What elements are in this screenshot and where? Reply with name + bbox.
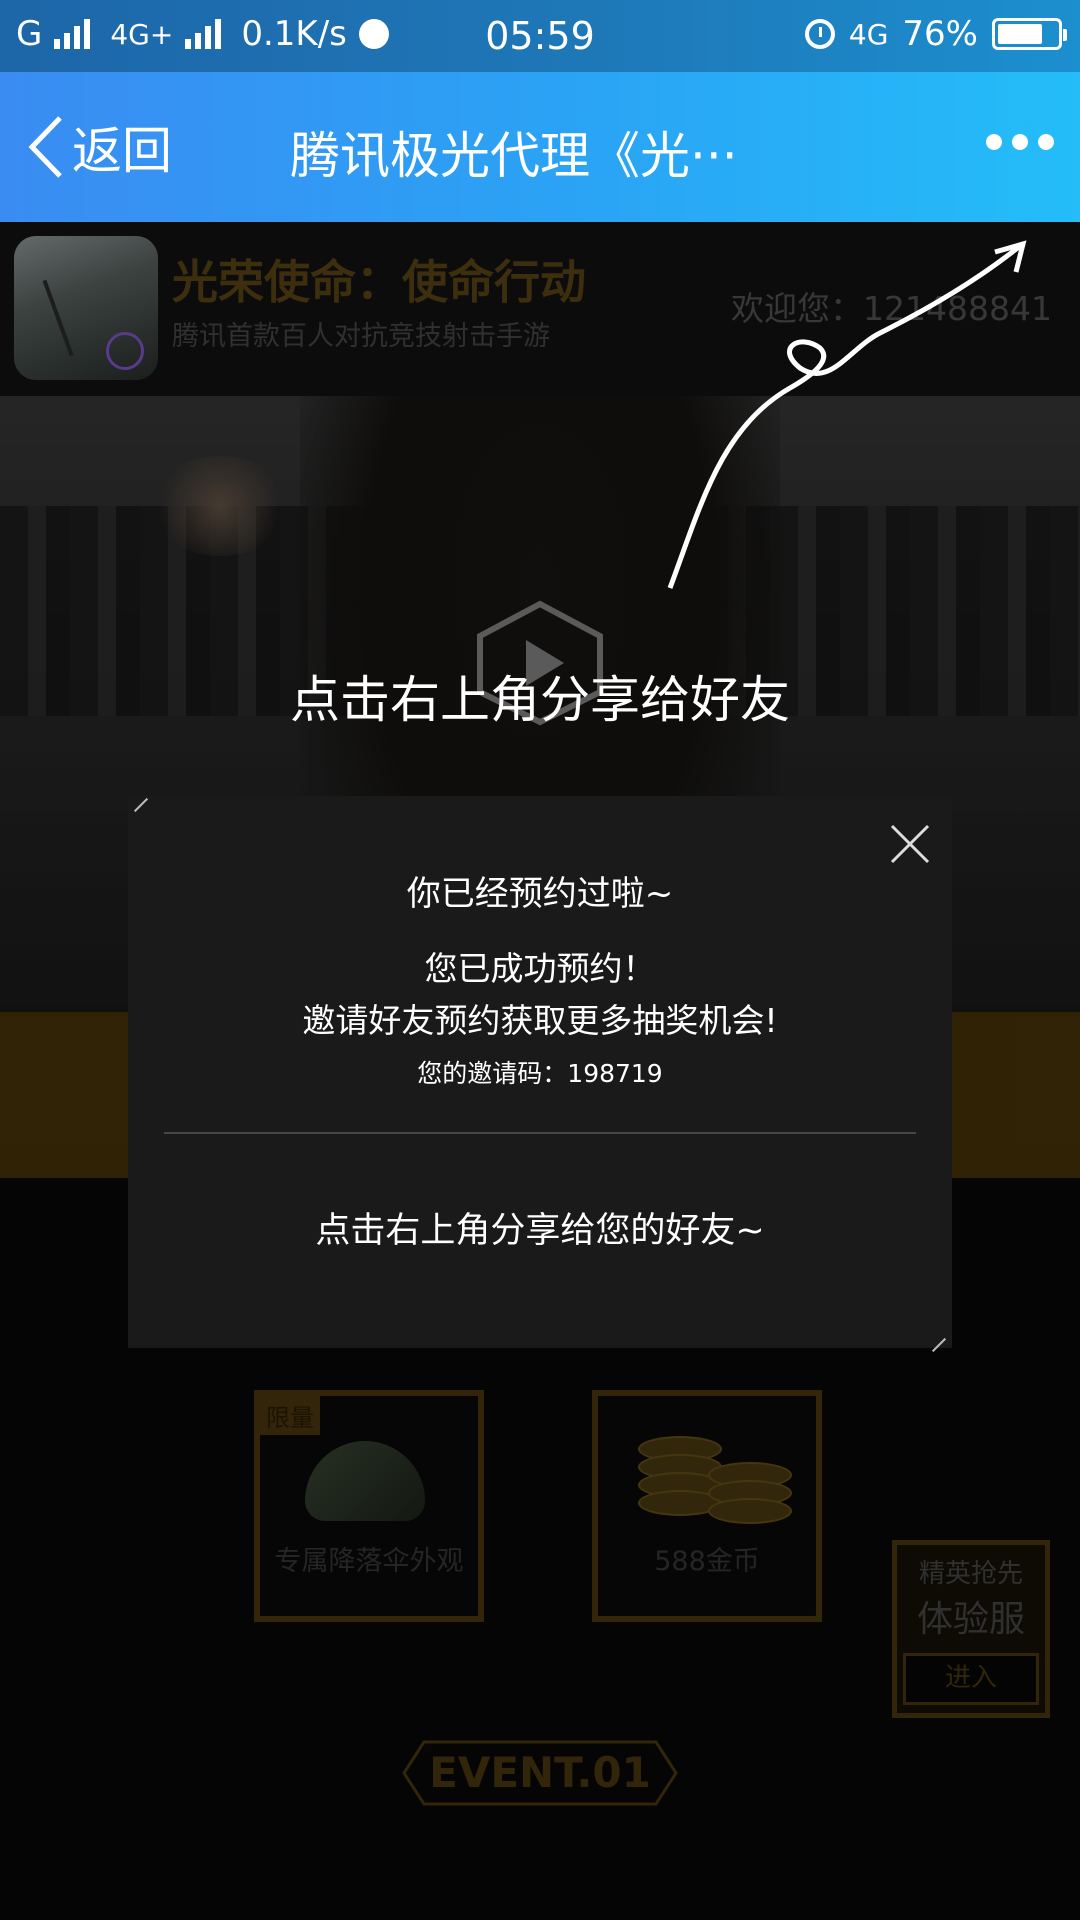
dialog-divider [164,1132,916,1134]
network-type: 4G [848,17,889,51]
status-right: 4G 76% [804,14,1067,54]
dialog-share-text: 点击右上角分享给您的好友~ [315,1211,765,1251]
status-bar: G 4G+ 0.1K/s 05:59 4G 76% [0,0,1080,72]
share-hint-text: 点击右上角分享给好友 [290,671,790,729]
battery-percent: 76% [902,14,978,54]
back-label: 返回 [72,122,172,180]
page-title: 腾讯极光代理《光··· [290,127,738,185]
reservation-dialog: 你已经预约过啦~ 您已成功预约！ 邀请好友预约获取更多抽奖机会! 您的邀请码：1… [128,796,952,1353]
dialog-title: 你已经预约过啦~ [406,874,674,914]
alarm-icon [804,19,835,49]
title-bar: 返回 腾讯极光代理《光··· [0,72,1080,222]
curved-arrow-icon [667,240,1027,589]
corner-decoration [133,797,149,813]
back-button[interactable]: 返回 [26,112,172,182]
battery-icon [992,18,1067,50]
close-icon[interactable] [888,822,932,866]
invite-code: 您的邀请码：198719 [417,1059,663,1088]
more-dots-icon[interactable] [986,134,1054,150]
dialog-invite-text: 邀请好友预约获取更多抽奖机会! [302,1001,778,1040]
dialog-success-text: 您已成功预约！ [424,949,656,988]
chevron-left-icon [28,116,62,178]
